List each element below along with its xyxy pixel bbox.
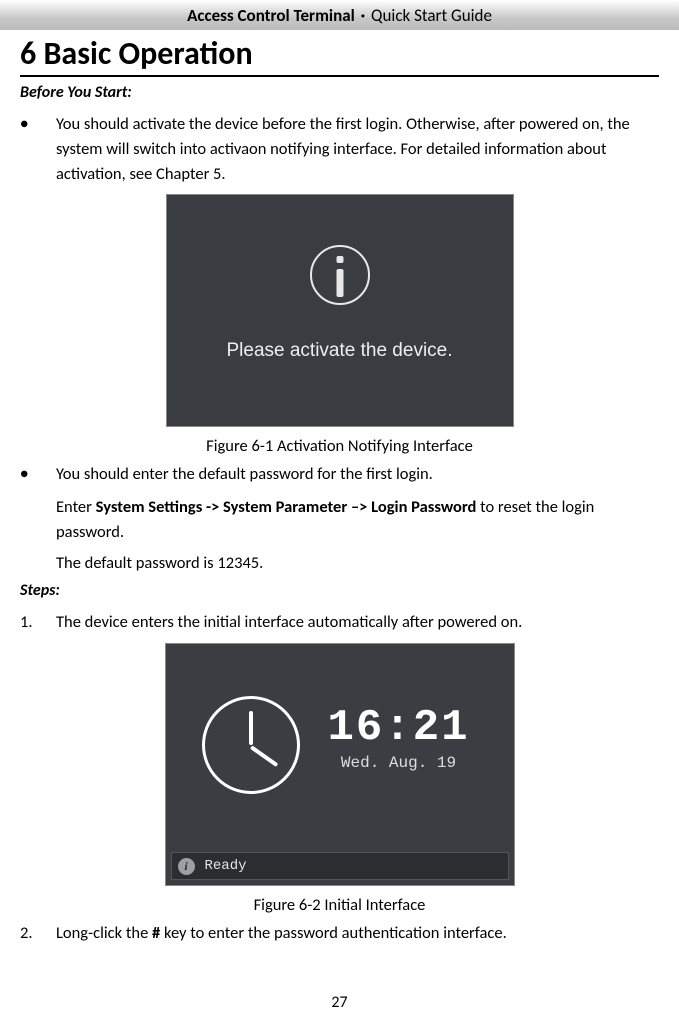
- separator-dot: ·: [361, 5, 366, 26]
- bullet-activate-device: You should activate the device before th…: [20, 112, 659, 186]
- clock-icon: [202, 696, 300, 794]
- bullet2-line2: Enter System Settings -> System Paramete…: [20, 495, 659, 545]
- status-text: Ready: [205, 858, 247, 874]
- step-2: 2. Long-click the # key to enter the pas…: [20, 921, 659, 946]
- screenshot-initial-interface: 16:21 Wed. Aug. 19 i Ready: [165, 643, 515, 886]
- info-icon: [310, 245, 370, 305]
- info-badge-icon: i: [178, 858, 195, 875]
- bullet2-line3: The default password is 12345.: [20, 551, 659, 576]
- device-time: 16:21: [328, 706, 470, 750]
- product-name: Access Control Terminal: [187, 5, 355, 26]
- step-number: 1.: [20, 610, 33, 635]
- figure-caption-1: Figure 6-1 Activation Notifying Interfac…: [20, 436, 659, 456]
- step-1: 1. The device enters the initial interfa…: [20, 610, 659, 635]
- figure-activation: Please activate the device. Figure 6-1 A…: [20, 194, 659, 456]
- page-number: 27: [0, 993, 679, 1012]
- figure-initial-interface: 16:21 Wed. Aug. 19 i Ready Figure 6-2 In…: [20, 643, 659, 915]
- bullet-default-password: You should enter the default password fo…: [20, 462, 659, 487]
- screenshot-activation-interface: Please activate the device.: [166, 194, 514, 427]
- page-header: Access Control Terminal · Quick Start Gu…: [0, 0, 679, 30]
- activation-message: Please activate the device.: [167, 340, 513, 362]
- status-bar: i Ready: [171, 852, 509, 880]
- before-you-start-heading: Before You Start:: [20, 83, 659, 102]
- step-text: The device enters the initial interface …: [56, 612, 522, 632]
- doc-type: Quick Start Guide: [371, 5, 492, 26]
- bullet2-line1: You should enter the default password fo…: [56, 464, 433, 484]
- menu-path: System Settings -> System Parameter –> L…: [96, 497, 477, 517]
- chapter-title: 6 Basic Operation: [20, 34, 659, 77]
- figure-caption-2: Figure 6-2 Initial Interface: [20, 895, 659, 915]
- step-number: 2.: [20, 921, 33, 946]
- steps-heading: Steps:: [20, 581, 659, 600]
- device-date: Wed. Aug. 19: [328, 754, 470, 772]
